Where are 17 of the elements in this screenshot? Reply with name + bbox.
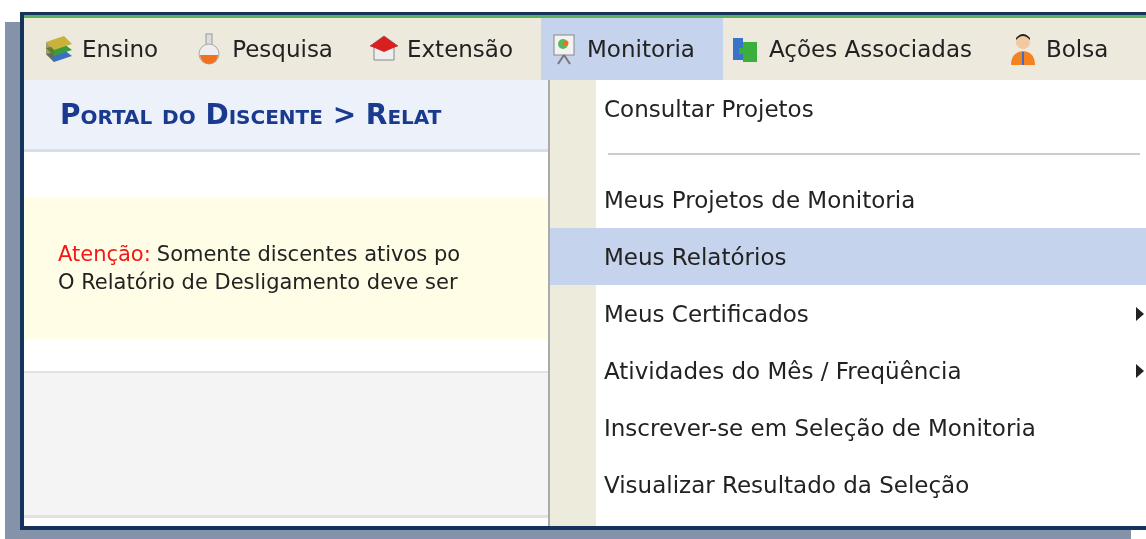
dropdown-item[interactable]: Atividades do Mês / Freqüência xyxy=(550,342,1146,399)
dropdown-item[interactable]: Meus Projetos de Monitoria xyxy=(550,171,1146,228)
notice-label: Atenção: xyxy=(58,241,151,266)
menu-item[interactable]: Monitoria xyxy=(541,18,723,80)
menu-item[interactable]: Bolsa xyxy=(1000,18,1137,80)
breadcrumb-title: Portal do Discente > Relat xyxy=(24,80,548,152)
dropdown-item[interactable]: Visualizar Resultado da Seleção xyxy=(550,456,1146,513)
dropdown-item[interactable]: Consultar Projetos xyxy=(550,80,1146,137)
dropdown-item[interactable]: Inscrever-se em Seleção de Monitoria xyxy=(550,399,1146,456)
notice-text: Somente discentes ativos po xyxy=(156,241,461,266)
notice-text: O Relatório de Desligamento deve ser xyxy=(58,270,458,294)
menu-item[interactable]: Pesquisa xyxy=(186,18,361,80)
menu-item[interactable]: Extensão xyxy=(360,18,541,80)
menu-item[interactable]: Ações Associadas xyxy=(722,18,1000,80)
dropdown-item[interactable]: Meus Relatórios xyxy=(550,228,1146,285)
menu-item[interactable]: Ensino xyxy=(36,18,187,80)
dropdown-item[interactable]: Meus Certificados xyxy=(550,285,1146,342)
